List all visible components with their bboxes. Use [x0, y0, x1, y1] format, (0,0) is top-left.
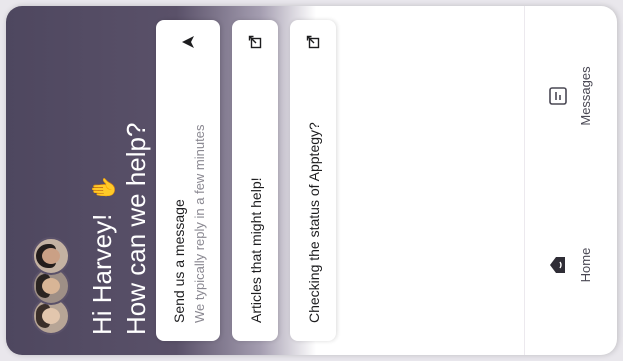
greeting-line2: How can we help? — [121, 122, 152, 335]
help-widget: Hi Harvey! ✋ How can we help? Send us a … — [6, 6, 617, 355]
tab-home[interactable]: Home — [547, 205, 595, 325]
home-icon — [547, 254, 569, 276]
card-title: Checking the status of Apptegy? — [306, 122, 322, 323]
bottom-nav: Home Messages — [524, 6, 617, 355]
tab-messages[interactable]: Messages — [547, 36, 595, 156]
greeting: Hi Harvey! ✋ How can we help? — [86, 25, 152, 335]
team-avatars — [32, 237, 70, 335]
stage: Hi Harvey! ✋ How can we help? Send us a … — [0, 0, 623, 361]
tab-home-label: Home — [578, 247, 593, 283]
greeting-line1: Hi Harvey! — [87, 213, 117, 335]
avatar — [32, 237, 70, 275]
card-subtitle: We typically reply in a few minutes — [192, 124, 207, 323]
send-message-card[interactable]: Send us a message We typically reply in … — [156, 20, 220, 341]
waving-hand-icon: ✋ — [91, 175, 117, 203]
tab-messages-label: Messages — [578, 66, 593, 126]
send-icon — [180, 34, 196, 50]
external-link-icon — [305, 34, 321, 50]
external-link-icon — [247, 34, 263, 50]
status-card[interactable]: Checking the status of Apptegy? — [290, 20, 336, 341]
articles-card[interactable]: Articles that might help! — [232, 20, 278, 341]
card-title: Articles that might help! — [248, 177, 264, 323]
messages-icon — [547, 85, 569, 107]
card-title: Send us a message — [171, 199, 187, 323]
